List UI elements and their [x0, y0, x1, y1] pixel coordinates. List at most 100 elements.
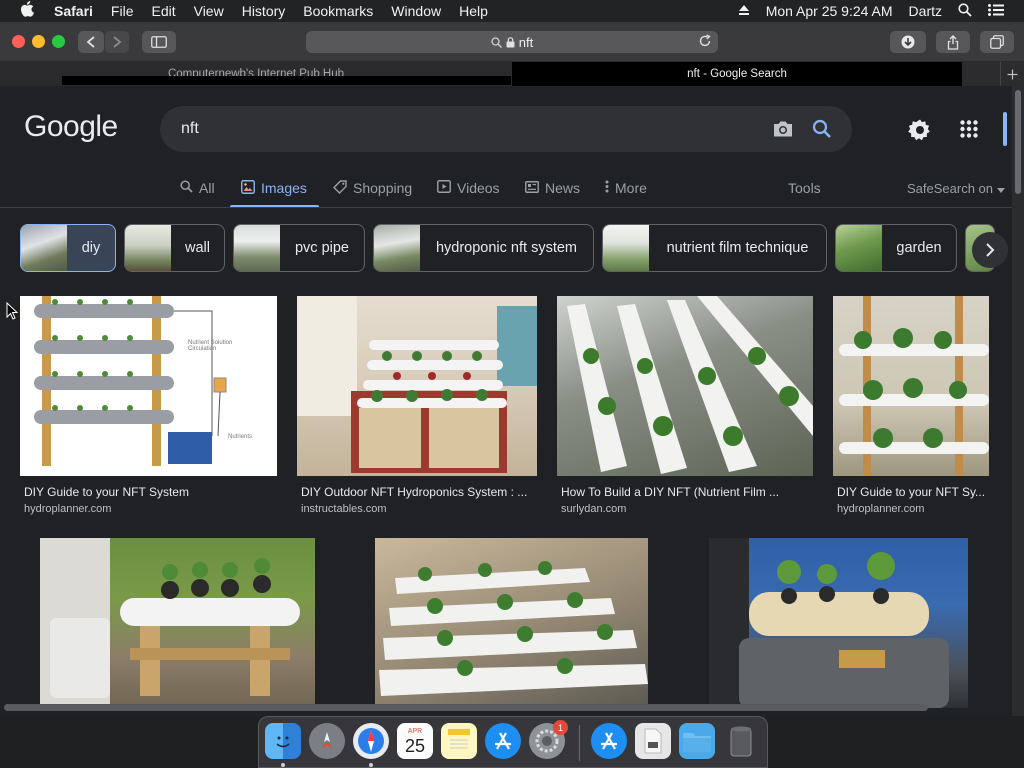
- trash-icon[interactable]: [723, 723, 759, 759]
- reload-icon[interactable]: [698, 34, 712, 51]
- forward-button[interactable]: [105, 31, 129, 53]
- folder-icon[interactable]: [679, 723, 715, 759]
- eject-icon[interactable]: [738, 3, 750, 19]
- result-image-diy-nft: [557, 296, 813, 476]
- result-source: instructables.com: [301, 503, 387, 515]
- finder-icon[interactable]: [265, 723, 301, 759]
- share-button[interactable]: [936, 31, 970, 53]
- launchpad-icon[interactable]: [309, 723, 345, 759]
- caret-down-icon: [997, 181, 1006, 196]
- tools-button[interactable]: Tools: [788, 176, 821, 200]
- menu-file[interactable]: File: [111, 3, 134, 19]
- nav-all[interactable]: All: [180, 176, 215, 200]
- document-icon[interactable]: [635, 723, 671, 759]
- chip-label: hydroponic nft system: [435, 240, 578, 256]
- image-result[interactable]: DIY Guide to your NFT Sy... hydroplanner…: [833, 296, 989, 516]
- calendar-icon[interactable]: APR 25: [397, 723, 433, 759]
- tab-google-search[interactable]: nft - Google Search: [512, 62, 962, 86]
- notes-icon[interactable]: [441, 723, 477, 759]
- running-indicator: [281, 763, 285, 767]
- image-result[interactable]: [375, 538, 648, 708]
- chip-garden[interactable]: garden: [835, 224, 957, 272]
- search-box[interactable]: nft: [160, 106, 852, 152]
- menu-bookmarks[interactable]: Bookmarks: [303, 3, 373, 19]
- search-icon[interactable]: [812, 119, 832, 144]
- mouse-pointer-icon: [6, 301, 19, 325]
- chevron-right-icon: [986, 243, 995, 257]
- apple-menu-icon[interactable]: [20, 1, 36, 21]
- horizontal-scrollbar[interactable]: [4, 704, 928, 711]
- result-image-nft-diagram: Nutrient Solution Circulation Nutrients: [20, 296, 277, 476]
- window-zoom-button[interactable]: [52, 35, 65, 48]
- scrollbar-thumb[interactable]: [1015, 90, 1021, 194]
- camera-icon[interactable]: [772, 119, 794, 144]
- image-result[interactable]: [40, 538, 315, 708]
- chip-diy[interactable]: diy: [20, 224, 116, 272]
- result-source: hydroplanner.com: [837, 503, 925, 515]
- tab-title: nft - Google Search: [687, 68, 787, 80]
- safesearch-button[interactable]: SafeSearch on: [907, 176, 1006, 200]
- window-close-button[interactable]: [12, 35, 25, 48]
- settings-gear-icon[interactable]: [908, 118, 932, 147]
- menu-clock[interactable]: Mon Apr 25 9:24 AM: [766, 3, 893, 19]
- tab-overview-button[interactable]: [980, 31, 1014, 53]
- control-center-icon[interactable]: [988, 3, 1004, 19]
- window-minimize-button[interactable]: [32, 35, 45, 48]
- notification-badge: 1: [553, 720, 568, 735]
- nav-news[interactable]: News: [525, 176, 580, 200]
- chip-thumbnail: [125, 225, 171, 271]
- safari-icon[interactable]: [353, 723, 389, 759]
- menu-app-name[interactable]: Safari: [54, 3, 93, 19]
- chip-label: pvc pipe: [294, 240, 349, 256]
- google-images-page: Google nft All Images Shopping Videos Ne…: [0, 86, 1012, 716]
- menu-edit[interactable]: Edit: [151, 3, 175, 19]
- chip-nutrient-film-technique[interactable]: nutrient film technique: [602, 224, 827, 272]
- nav-images[interactable]: Images: [241, 176, 307, 200]
- nav-label: Videos: [457, 180, 500, 196]
- calendar-day: 25: [404, 735, 426, 756]
- app-store-download-icon[interactable]: [591, 723, 627, 759]
- image-result[interactable]: Nutrient Solution Circulation Nutrients …: [20, 296, 277, 516]
- search-input[interactable]: nft: [181, 120, 199, 138]
- lock-icon: [506, 36, 515, 47]
- menu-window[interactable]: Window: [391, 3, 441, 19]
- running-indicator: [369, 763, 373, 767]
- image-result[interactable]: DIY Outdoor NFT Hydroponics System : ...…: [297, 296, 537, 516]
- address-bar[interactable]: nft: [306, 31, 718, 53]
- menu-user[interactable]: Dartz: [909, 3, 942, 19]
- play-icon: [437, 180, 451, 196]
- nav-label: Images: [261, 180, 307, 196]
- downloads-button[interactable]: [890, 31, 926, 53]
- google-logo[interactable]: Google: [24, 110, 118, 144]
- plus-icon: [1007, 69, 1018, 79]
- chip-thumbnail: [234, 225, 280, 271]
- tab-hover-strip: [62, 76, 511, 85]
- chips-next-button[interactable]: [972, 232, 1008, 268]
- apps-grid-icon[interactable]: [960, 120, 978, 143]
- nav-label: News: [545, 180, 581, 196]
- safesearch-label: SafeSearch on: [907, 180, 994, 196]
- back-button[interactable]: [78, 31, 104, 53]
- new-tab-button[interactable]: [1000, 62, 1024, 86]
- nav-label: More: [615, 180, 647, 196]
- tabs-icon: [990, 35, 1004, 49]
- menu-view[interactable]: View: [194, 3, 224, 19]
- menu-history[interactable]: History: [242, 3, 286, 19]
- nav-shopping[interactable]: Shopping: [333, 176, 412, 200]
- side-panel-tab[interactable]: [1003, 112, 1007, 146]
- result-title: How To Build a DIY NFT (Nutrient Film ..…: [561, 485, 780, 499]
- tab-bar: Computernewb's Internet Pub Hub nft - Go…: [0, 62, 1024, 86]
- chip-wall[interactable]: wall: [124, 224, 225, 272]
- sidebar-toggle-button[interactable]: [142, 31, 176, 53]
- spotlight-search-icon[interactable]: [958, 2, 972, 20]
- image-result[interactable]: How To Build a DIY NFT (Nutrient Film ..…: [557, 296, 813, 516]
- nav-videos[interactable]: Videos: [437, 176, 500, 200]
- nav-more[interactable]: More: [605, 176, 647, 200]
- menu-help[interactable]: Help: [459, 3, 488, 19]
- chip-hydroponic-nft-system[interactable]: hydroponic nft system: [373, 224, 594, 272]
- app-store-icon[interactable]: [485, 723, 521, 759]
- image-result[interactable]: [709, 538, 968, 708]
- result-image-nft-wall: [833, 296, 989, 476]
- vertical-scrollbar[interactable]: [1012, 86, 1024, 716]
- chip-pvc-pipe[interactable]: pvc pipe: [233, 224, 365, 272]
